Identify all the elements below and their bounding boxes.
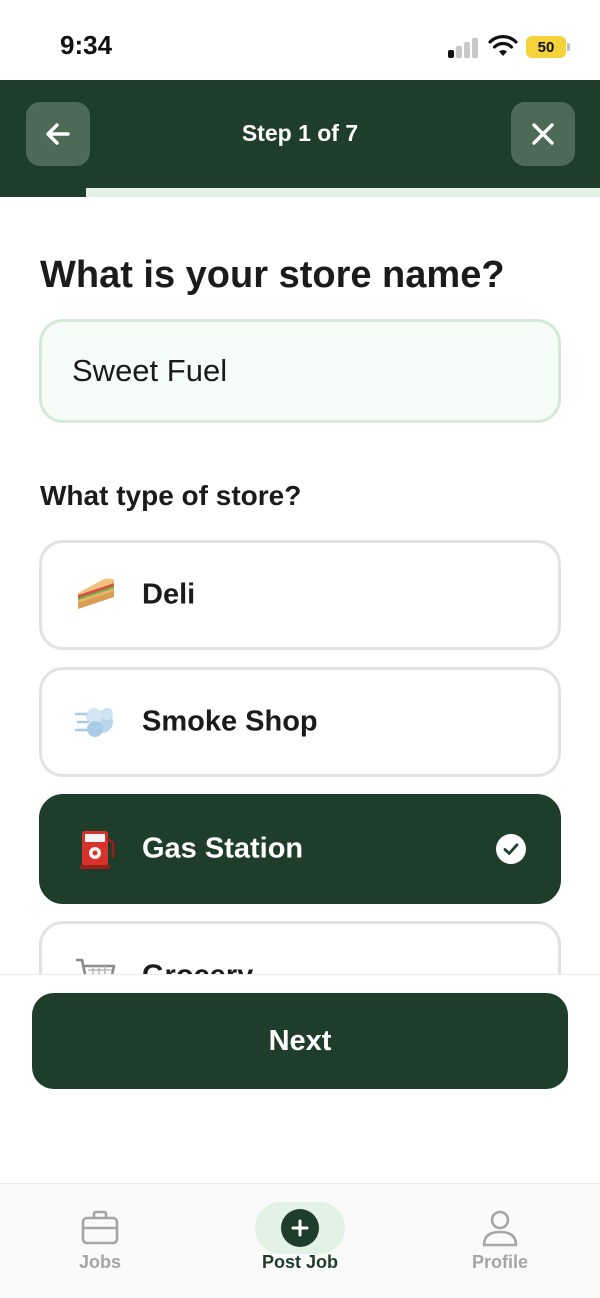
option-label: Smoke Shop [142, 705, 318, 738]
store-type-option-smoke-shop[interactable]: Smoke Shop [39, 667, 561, 777]
sandwich-icon [78, 578, 115, 609]
progress-bar-fill [0, 188, 86, 197]
tab-label: Post Job [261, 1252, 338, 1272]
close-icon [532, 123, 554, 145]
footer-divider [0, 974, 600, 975]
store-type-list[interactable]: Deli Smoke Shop Gas Station [0, 540, 600, 974]
tab-post-job[interactable]: Post Job [230, 1184, 370, 1298]
battery-icon: 50 [526, 36, 570, 58]
wifi-icon [488, 35, 518, 56]
battery-level: 50 [526, 36, 566, 58]
progress-bar [0, 188, 600, 197]
tab-label: Jobs [78, 1252, 121, 1272]
close-button[interactable] [511, 102, 575, 166]
check-circle-icon [496, 834, 526, 864]
wizard-header: Step 1 of 7 [0, 80, 600, 188]
option-label: Gas Station [142, 832, 304, 865]
person-icon [482, 1210, 518, 1247]
store-type-option-gas-station[interactable]: Gas Station [39, 794, 561, 904]
step-indicator: Step 1 of 7 [241, 120, 359, 146]
store-name-question: What is your store name? [40, 254, 505, 296]
tab-label: Profile [471, 1252, 528, 1272]
store-type-option-grocery[interactable]: Grocery [39, 921, 561, 974]
next-button[interactable]: Next [32, 993, 568, 1089]
tab-jobs[interactable]: Jobs [30, 1184, 170, 1298]
smoke-cloud-icon [74, 708, 113, 737]
store-type-question: What type of store? [40, 480, 302, 511]
option-label: Deli [142, 578, 196, 611]
fuel-pump-icon [80, 831, 115, 869]
status-time: 9:34 [60, 30, 113, 60]
option-label: Grocery [142, 960, 253, 975]
store-name-input[interactable] [39, 319, 561, 423]
store-type-option-deli[interactable]: Deli [39, 540, 561, 650]
status-bar: 9:34 50 [0, 0, 600, 80]
shopping-cart-icon [76, 958, 116, 974]
briefcase-icon [81, 1210, 119, 1245]
tab-profile[interactable]: Profile [430, 1184, 570, 1298]
cellular-signal-icon [448, 36, 480, 58]
tab-bar: Jobs Post Job Profile [0, 1183, 600, 1298]
plus-circle-icon [281, 1209, 319, 1247]
